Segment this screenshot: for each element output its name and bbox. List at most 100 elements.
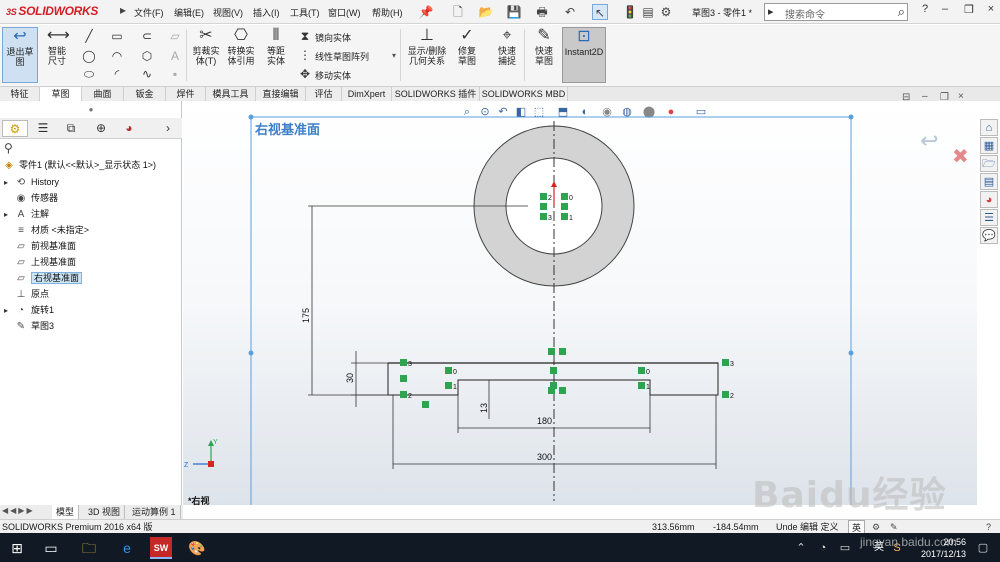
help-button[interactable]: ?: [918, 3, 932, 19]
text-icon[interactable]: A: [168, 49, 182, 63]
tab-surfaces[interactable]: 曲面: [82, 87, 124, 101]
rebuild-icon[interactable]: 🚦: [622, 4, 638, 20]
tree-item[interactable]: ▸ ⟲ History: [4, 174, 59, 190]
move-entities-button[interactable]: 移动实体: [315, 69, 351, 82]
undo-icon[interactable]: ↶: [562, 4, 578, 20]
dimension-13[interactable]: 13: [479, 403, 489, 413]
linear-pattern-button[interactable]: 线性草图阵列: [315, 50, 369, 63]
options-gear-icon[interactable]: ⚙: [658, 4, 674, 20]
tab-addins[interactable]: SOLIDWORKS 插件: [392, 87, 480, 101]
relation-tag[interactable]: [445, 382, 452, 389]
network-icon[interactable]: ◔: [812, 537, 834, 559]
menu-insert[interactable]: 插入(I): [253, 6, 280, 19]
file-properties-icon[interactable]: ▤: [640, 4, 656, 20]
print-icon[interactable]: 🖶: [534, 4, 550, 20]
relation-tag[interactable]: [559, 348, 566, 355]
file-explorer-taskbar-icon[interactable]: 🗀: [78, 537, 100, 559]
tree-item[interactable]: ▱ 右视基准面: [4, 270, 83, 286]
move-icon[interactable]: ✥: [298, 67, 312, 81]
feature-manager-tab-icon[interactable]: ⚙: [2, 120, 28, 137]
task-view-icon[interactable]: ▭: [40, 537, 62, 559]
expand-arrow-icon[interactable]: ▸: [4, 303, 14, 319]
minimize-button[interactable]: –: [938, 3, 952, 19]
tab-mold-tools[interactable]: 模具工具: [206, 87, 256, 101]
close-button[interactable]: ×: [984, 3, 998, 19]
relation-tag[interactable]: [540, 203, 547, 210]
battery-icon[interactable]: ▭: [834, 537, 856, 559]
dropdown-arrow-icon[interactable]: ▾: [392, 51, 396, 60]
status-help-icon[interactable]: ?: [986, 520, 991, 534]
edge-browser-icon[interactable]: e: [116, 537, 138, 559]
display-relations-button[interactable]: ⊥ 显示/删除几何关系: [404, 27, 450, 66]
relation-tag[interactable]: [561, 213, 568, 220]
windows-start-icon[interactable]: ⊞: [6, 537, 28, 559]
menu-file[interactable]: 文件(F): [134, 6, 164, 19]
quick-snaps-button[interactable]: ⌖ 快速捕捉: [490, 27, 524, 66]
tab-direct-editing[interactable]: 直接编辑: [256, 87, 306, 101]
tab-weldments[interactable]: 焊件: [166, 87, 206, 101]
plane-handle[interactable]: [248, 350, 254, 356]
notifications-icon[interactable]: ▢: [972, 537, 994, 559]
expand-arrow-icon[interactable]: ▸: [4, 207, 14, 223]
open-file-icon[interactable]: 📂: [478, 4, 494, 20]
tab-sheet-metal[interactable]: 钣金: [124, 87, 166, 101]
panel-grip-icon[interactable]: ●: [0, 105, 182, 114]
relation-tag[interactable]: [722, 391, 729, 398]
dimension-300[interactable]: 300: [537, 452, 552, 462]
menu-help[interactable]: 帮助(H): [372, 6, 403, 19]
tree-item[interactable]: ✎ 草图3: [4, 318, 54, 334]
convert-entities-button[interactable]: ⎔ 转换实体引用: [224, 27, 258, 66]
relation-tag[interactable]: [548, 387, 555, 394]
tab-features[interactable]: 特征: [0, 87, 40, 101]
relation-tag[interactable]: [722, 359, 729, 366]
dimension-180[interactable]: 180: [537, 416, 552, 426]
search-input[interactable]: ▸ 搜索命令 ⌕: [764, 3, 908, 21]
circle-icon[interactable]: ◯: [82, 49, 96, 63]
expand-arrow-icon[interactable]: ▸: [120, 3, 126, 17]
relation-tag[interactable]: [548, 348, 555, 355]
filter-icon[interactable]: ⚲: [4, 141, 13, 155]
rectangle-icon[interactable]: ▭: [110, 29, 124, 43]
mirror-icon[interactable]: ⧗: [298, 29, 312, 43]
smart-dimension-button[interactable]: ⟷ 智能尺寸: [42, 27, 72, 66]
rapid-sketch-button[interactable]: ✎ 快速草图: [528, 27, 560, 66]
tree-item[interactable]: ≡ 材质 <未指定>: [4, 222, 89, 238]
appearances-icon[interactable]: ◕: [980, 191, 998, 208]
relation-tag[interactable]: [561, 203, 568, 210]
new-file-icon[interactable]: 🗋: [450, 4, 466, 20]
tab-sketch[interactable]: 草图: [40, 87, 82, 101]
menu-view[interactable]: 视图(V): [213, 6, 243, 19]
tree-item[interactable]: ▸ A 注解: [4, 206, 49, 222]
dimension-30[interactable]: 30: [345, 373, 355, 383]
plane-handle[interactable]: [848, 114, 854, 120]
relation-tag[interactable]: [540, 213, 547, 220]
menu-edit[interactable]: 编辑(E): [174, 6, 204, 19]
point-icon[interactable]: ▪: [168, 67, 182, 81]
relation-tag[interactable]: [638, 367, 645, 374]
file-explorer-icon[interactable]: 🗁: [980, 155, 998, 172]
property-manager-tab-icon[interactable]: ☰: [30, 120, 56, 137]
tree-item[interactable]: ▸ ◔ 旋转1: [4, 302, 54, 318]
dimension-175[interactable]: 175: [301, 308, 311, 323]
dimxpert-manager-tab-icon[interactable]: ⊕: [88, 120, 114, 137]
repair-sketch-button[interactable]: ✓ 修复草图: [452, 27, 482, 66]
relation-tag[interactable]: [400, 375, 407, 382]
relation-tag[interactable]: [559, 387, 566, 394]
solidworks-taskbar-icon[interactable]: SW: [150, 537, 172, 559]
tab-3d-view[interactable]: 3D 视图: [84, 505, 126, 519]
fillet-icon[interactable]: ◜: [110, 67, 124, 81]
plane-icon[interactable]: ▱: [168, 29, 182, 43]
view-palette-icon[interactable]: ▤: [980, 173, 998, 190]
restore-button[interactable]: ❐: [962, 3, 976, 19]
tab-motion-study[interactable]: 运动算例 1: [128, 505, 181, 519]
relation-tag[interactable]: [422, 401, 429, 408]
relation-tag[interactable]: [561, 193, 568, 200]
tab-mbd[interactable]: SOLIDWORKS MBD: [480, 87, 568, 101]
relation-tag[interactable]: [638, 382, 645, 389]
linear-pattern-icon[interactable]: ⋮: [298, 48, 312, 62]
tab-dimxpert[interactable]: DimXpert: [342, 87, 392, 101]
forum-icon[interactable]: 💬: [980, 227, 998, 244]
solidworks-resources-icon[interactable]: ⌂: [980, 119, 998, 136]
ime-settings-icon[interactable]: ⚙: [872, 520, 880, 534]
sketch-canvas[interactable]: 175 30 13 180 300 2 0 3 1 3 0 0 3 1 1 2 …: [183, 101, 977, 505]
